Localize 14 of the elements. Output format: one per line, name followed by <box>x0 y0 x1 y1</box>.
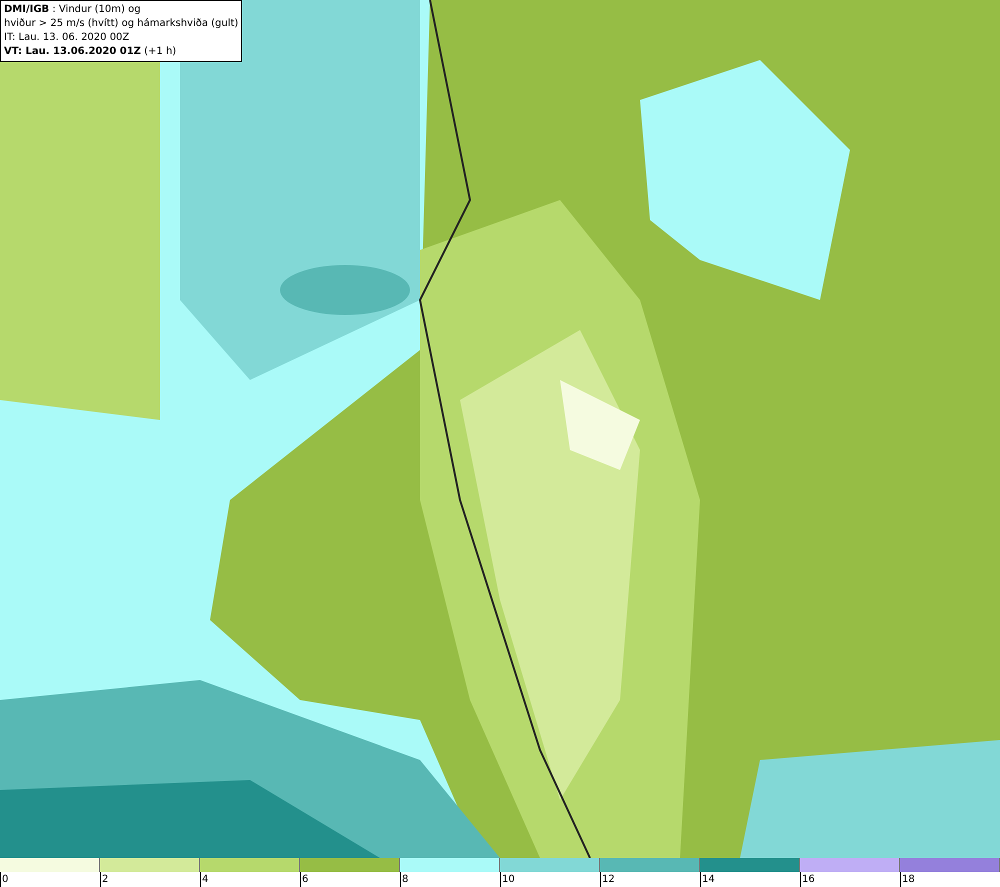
caption-line: IT: Lau. 13. 06. 2020 00Z <box>4 31 130 45</box>
legend-label: 4 <box>200 872 208 887</box>
caption-line: DMI/IGB : Vindur (10m) og <box>4 3 141 17</box>
caption-line: hviður > 25 m/s (hvítt) og hámarkshviða (gult) <box>4 17 238 31</box>
legend-label: 14 <box>700 872 715 887</box>
caption-line: VT: Lau. 13.06.2020 01Z (+1 h) <box>4 45 176 59</box>
legend-label: 2 <box>100 872 108 887</box>
legend-label: 6 <box>300 872 308 887</box>
legend-label: 18 <box>900 872 915 887</box>
legend-label: 8 <box>400 872 408 887</box>
legend-label: 10 <box>500 872 515 887</box>
legend-label: 16 <box>800 872 815 887</box>
legend-label: 0 <box>0 872 8 887</box>
legend-label: 12 <box>600 872 615 887</box>
